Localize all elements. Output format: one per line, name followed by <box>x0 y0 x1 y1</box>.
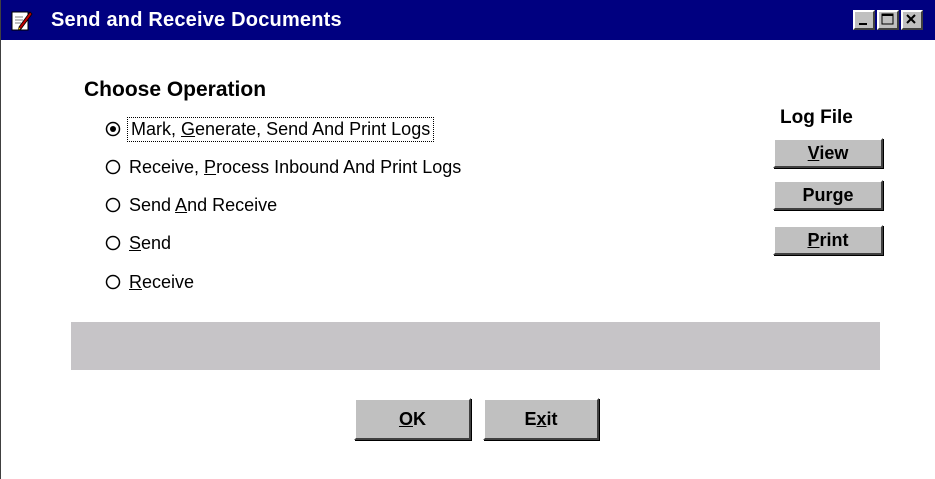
choose-operation-heading: Choose Operation <box>84 78 267 101</box>
exit-button[interactable]: Exit <box>483 398 599 440</box>
close-button[interactable] <box>901 10 923 30</box>
dialog-window: Send and Receive Documents Choose Operat… <box>0 0 935 479</box>
window-title: Send and Receive Documents <box>51 9 342 31</box>
log-file-label: Log File <box>780 107 853 128</box>
radio-unchecked-icon[interactable] <box>105 159 121 175</box>
radio-unchecked-icon[interactable] <box>105 274 121 290</box>
ok-button-label: OK <box>398 408 426 429</box>
radio-label-send-and-receive: Send And Receive <box>129 194 278 215</box>
purge-log-button[interactable]: Purge <box>773 180 883 210</box>
radio-option-mark-generate-send-print[interactable]: Mark, Generate, Send And Print Logs <box>105 116 435 142</box>
view-log-label: View <box>807 142 849 163</box>
minimize-icon <box>859 23 867 25</box>
radio-option-send[interactable]: Send <box>105 230 171 256</box>
document-pen-icon <box>11 11 33 31</box>
title-bar[interactable]: Send and Receive Documents <box>1 0 935 40</box>
print-log-label: Print <box>807 229 849 250</box>
radio-label-receive: Receive <box>129 271 195 292</box>
radio-label-receive-process: Receive, Process Inbound And Print Logs <box>129 156 462 177</box>
radio-unchecked-icon[interactable] <box>105 197 121 213</box>
ok-button[interactable]: OK <box>354 398 471 440</box>
maximize-icon <box>881 13 894 25</box>
print-log-button[interactable]: Print <box>773 225 883 255</box>
radio-option-receive-process-print[interactable]: Receive, Process Inbound And Print Logs <box>105 154 461 180</box>
minimize-button[interactable] <box>853 10 875 30</box>
radio-option-receive[interactable]: Receive <box>105 269 194 295</box>
radio-label-send: Send <box>129 232 172 253</box>
exit-button-label: Exit <box>524 408 558 429</box>
status-panel <box>71 322 880 370</box>
purge-log-label: Purge <box>802 184 854 205</box>
close-icon <box>906 14 916 24</box>
view-log-button[interactable]: View <box>773 138 883 168</box>
radio-checked-icon[interactable] <box>105 121 121 137</box>
radio-unchecked-icon[interactable] <box>105 235 121 251</box>
maximize-button[interactable] <box>877 10 899 30</box>
radio-option-send-and-receive[interactable]: Send And Receive <box>105 192 277 218</box>
radio-label-mark-generate: Mark, Generate, Send And Print Logs <box>126 116 435 142</box>
